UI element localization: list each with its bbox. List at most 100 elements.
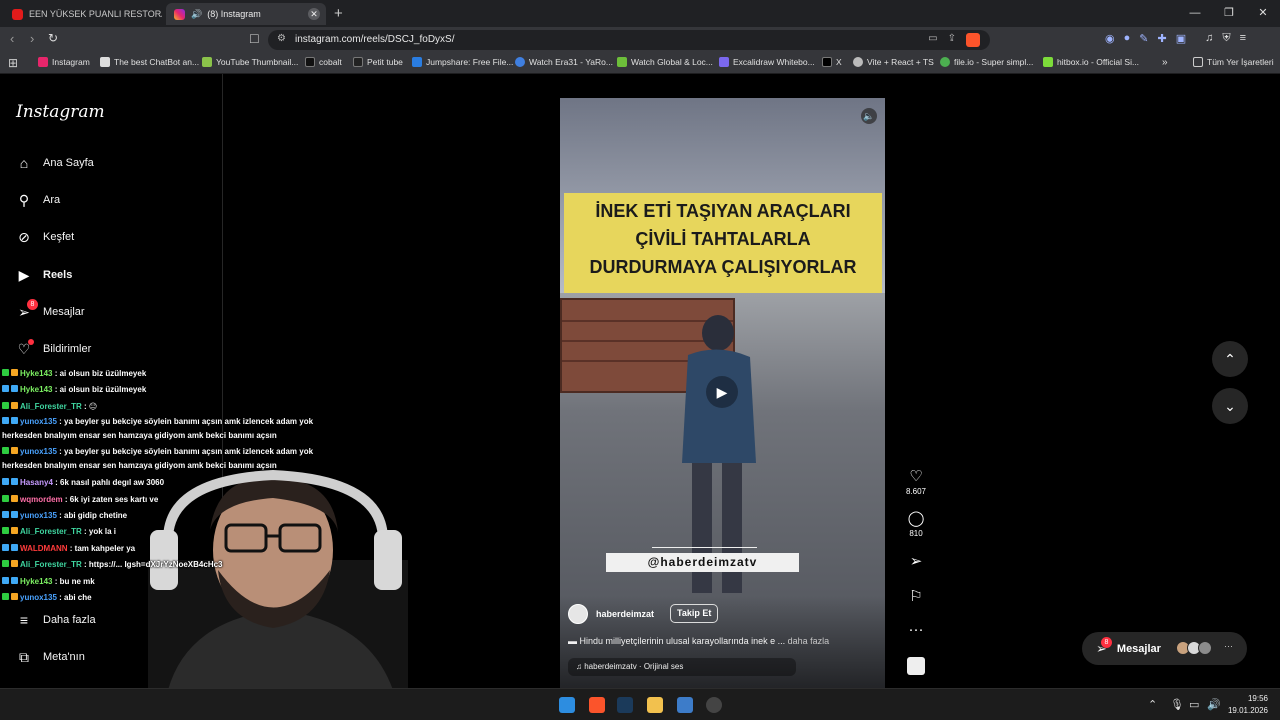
- bookmark-item[interactable]: YouTube Thumbnail...: [202, 57, 298, 67]
- chat-username[interactable]: Ali_Forester_TR: [20, 560, 82, 569]
- reel-video[interactable]: İNEK ETİ TAŞIYAN ARAÇLARI ÇİVİLİ TAHTALA…: [560, 98, 885, 688]
- site-info-icon[interactable]: ⚙: [277, 33, 286, 44]
- like-action[interactable]: ♡ 8.607: [898, 467, 934, 496]
- brave-shields-icon[interactable]: [966, 33, 980, 47]
- chat-username[interactable]: Hyke143: [20, 369, 52, 378]
- nav-reels[interactable]: ▶ Reels: [15, 266, 73, 284]
- all-bookmarks[interactable]: Tüm Yer İşaretleri: [1193, 57, 1274, 67]
- bookmark-item[interactable]: Instagram: [38, 57, 90, 67]
- bookmark-item[interactable]: The best ChatBot an...: [100, 57, 199, 67]
- chat-badge-icon: [2, 494, 9, 502]
- tab-youtube[interactable]: EEN YÜKSEK PUANLI RESTORANLAR! ...: [4, 3, 162, 25]
- brave-browser-icon[interactable]: [589, 697, 605, 713]
- nav-meta[interactable]: ⧉ Meta'nın: [15, 648, 85, 666]
- nav-messages[interactable]: ➢ 8 Mesajlar: [15, 299, 85, 321]
- extension-icon[interactable]: ◉: [1105, 32, 1115, 45]
- bookmark-item[interactable]: file.io - Super simpl...: [940, 57, 1033, 67]
- microphone-icon[interactable]: 🎙: [1170, 698, 1184, 711]
- previous-reel-button[interactable]: ⌃: [1212, 341, 1248, 377]
- reel-audio[interactable]: ♫ haberdeimzatv · Orijinal ses: [568, 658, 796, 676]
- follow-button[interactable]: Takip Et: [670, 604, 719, 623]
- chat-badge-icon: [2, 385, 9, 393]
- reload-button[interactable]: ↻: [48, 31, 58, 45]
- close-window-button[interactable]: ✕: [1246, 0, 1280, 26]
- bookmark-item[interactable]: Petit tube: [353, 57, 403, 67]
- comment-icon[interactable]: ◯: [898, 509, 934, 527]
- restore-button[interactable]: ❐: [1212, 0, 1246, 26]
- chat-username[interactable]: Ali_Forester_TR: [20, 402, 82, 411]
- nav-search[interactable]: ⚲ Ara: [15, 191, 60, 209]
- volume-icon[interactable]: 🔈: [861, 108, 877, 124]
- chat-username[interactable]: Hyke143: [20, 577, 52, 586]
- chat-username[interactable]: yunox135: [20, 447, 57, 456]
- more-icon[interactable]: ···: [898, 621, 934, 638]
- close-tab-icon[interactable]: ✕: [308, 8, 320, 20]
- audio-thumb-icon[interactable]: [907, 657, 925, 675]
- puzzle-icon[interactable]: ✚: [1157, 32, 1166, 45]
- vpn-icon[interactable]: ⛨: [1222, 32, 1230, 45]
- windows-start-icon[interactable]: [559, 697, 575, 713]
- forward-button[interactable]: ›: [30, 31, 34, 46]
- chat-username[interactable]: yunox135: [20, 593, 57, 602]
- comment-action[interactable]: ◯ 810: [898, 509, 934, 538]
- caption-more-link[interactable]: daha fazla: [788, 636, 830, 646]
- author-avatar[interactable]: [568, 604, 588, 624]
- chat-username[interactable]: WALDMANN: [20, 544, 68, 553]
- heart-icon[interactable]: ♡: [898, 467, 934, 485]
- bookmark-item[interactable]: hitbox.io - Official Si...: [1043, 57, 1139, 67]
- bookmark-item[interactable]: X: [822, 57, 842, 67]
- sidebar-icon[interactable]: ▣: [1176, 32, 1186, 45]
- app-icon[interactable]: [677, 697, 693, 713]
- chat-username[interactable]: Ali_Forester_TR: [20, 527, 82, 536]
- apps-grid-icon[interactable]: ⊞: [8, 56, 18, 70]
- nav-more[interactable]: ≡ Daha fazla: [15, 611, 96, 629]
- chat-username[interactable]: yunox135: [20, 417, 57, 426]
- more-options[interactable]: ···: [898, 621, 934, 638]
- chat-username[interactable]: wqmordem: [20, 495, 63, 504]
- play-icon[interactable]: ▶: [706, 376, 738, 408]
- chat-username[interactable]: Hasany4: [20, 478, 53, 487]
- bookmark-item[interactable]: Watch Global & Loc...: [617, 57, 713, 67]
- bookmark-item[interactable]: Jumpshare: Free File...: [412, 57, 513, 67]
- music-icon[interactable]: ♫: [1205, 32, 1213, 45]
- bookmark-icon[interactable]: ☐: [249, 32, 260, 46]
- menu-icon[interactable]: ≡: [1240, 32, 1246, 45]
- chat-username[interactable]: yunox135: [20, 511, 57, 520]
- obs-icon[interactable]: [706, 697, 722, 713]
- bookmark-item[interactable]: Watch Era31 - YaRo...: [515, 57, 613, 67]
- minimize-button[interactable]: —: [1178, 0, 1212, 26]
- send-icon[interactable]: ➢: [898, 552, 934, 570]
- system-clock[interactable]: 19:56 19.01.2026: [1228, 693, 1268, 717]
- tab-instagram[interactable]: 🔊 (8) Instagram ✕: [166, 3, 326, 25]
- next-reel-button[interactable]: ⌄: [1212, 388, 1248, 424]
- bookmark-item[interactable]: Vite + React + TS: [853, 57, 934, 67]
- url-bar[interactable]: ⚙ instagram.com/reels/DSCJ_foDyxS/ ▭ ⇪: [268, 30, 990, 50]
- chat-message: Ali_Forester_TR : yok la i: [2, 524, 342, 540]
- bookmark-item[interactable]: cobalt: [305, 57, 342, 67]
- file-explorer-icon[interactable]: [647, 697, 663, 713]
- extension-icon[interactable]: ●: [1124, 32, 1131, 45]
- nav-home[interactable]: ⌂ Ana Sayfa: [15, 154, 94, 172]
- save-action[interactable]: ⚐: [898, 587, 934, 605]
- bookmark-icon[interactable]: ⚐: [898, 587, 934, 605]
- share-action[interactable]: ➢: [898, 552, 934, 570]
- tray-chevron-icon[interactable]: ⌃: [1148, 698, 1157, 711]
- extension-icon[interactable]: ✎: [1139, 32, 1148, 45]
- bookmark-item[interactable]: Excalidraw Whitebo...: [719, 57, 815, 67]
- instagram-logo[interactable]: Instagram: [16, 102, 105, 122]
- nav-explore[interactable]: ⊘ Keşfet: [15, 228, 74, 246]
- author-name[interactable]: haberdeimzat: [596, 609, 654, 619]
- chat-username[interactable]: Hyke143: [20, 385, 52, 394]
- share-icon[interactable]: ⇪: [948, 33, 956, 47]
- audio-thumbnail[interactable]: [898, 657, 934, 680]
- messages-pill[interactable]: ➢ 8 Mesajlar ···: [1082, 632, 1247, 665]
- volume-icon[interactable]: 🔊: [1207, 698, 1221, 711]
- back-button[interactable]: ‹: [10, 31, 14, 46]
- nav-notifications[interactable]: ♡ Bildirimler: [15, 339, 91, 358]
- new-tab-button[interactable]: +: [334, 5, 343, 22]
- network-icon[interactable]: ▭: [1189, 698, 1199, 711]
- cast-icon[interactable]: ▭: [928, 33, 937, 47]
- steam-icon[interactable]: [617, 697, 633, 713]
- speaker-icon[interactable]: 🔊: [191, 9, 202, 20]
- more-bookmarks-icon[interactable]: »: [1162, 57, 1168, 68]
